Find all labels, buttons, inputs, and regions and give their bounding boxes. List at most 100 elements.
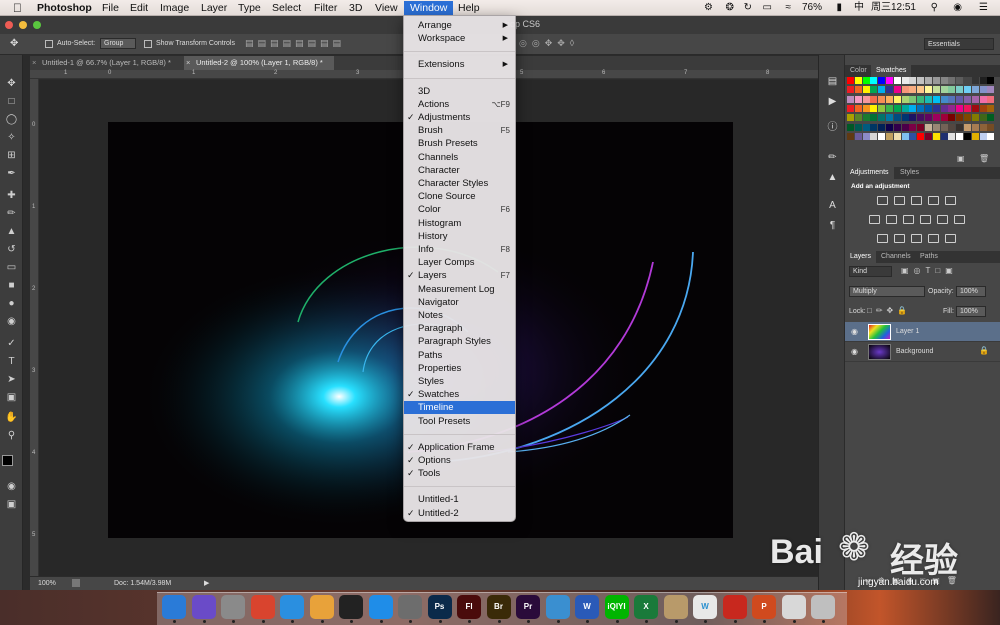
swatch[interactable] xyxy=(862,114,870,122)
menu-item-tool-presets[interactable]: Tool Presets xyxy=(404,415,515,428)
auto-select-dropdown[interactable]: Group xyxy=(100,38,136,49)
swatch[interactable] xyxy=(987,104,995,112)
swatch[interactable] xyxy=(870,132,878,140)
airplay-icon[interactable]: ▭ xyxy=(763,1,772,15)
history-brush-tool-icon[interactable]: ↺ xyxy=(4,243,19,257)
swatch[interactable] xyxy=(878,95,886,103)
swatch[interactable] xyxy=(886,132,893,140)
auto-select-checkbox[interactable] xyxy=(45,40,53,48)
menu-layer[interactable]: Layer xyxy=(201,1,227,15)
brush-panel-icon[interactable]: ✏ xyxy=(826,151,839,164)
swatch[interactable] xyxy=(971,95,979,103)
brush-tool-icon[interactable]: ✏ xyxy=(4,207,19,221)
menu-filter[interactable]: Filter xyxy=(314,1,337,15)
selective-color-adjust-icon[interactable] xyxy=(928,234,939,243)
history-panel-icon[interactable]: ▤ xyxy=(826,75,839,88)
workspace-switcher[interactable]: Essentials xyxy=(924,38,994,50)
swatch[interactable] xyxy=(940,86,948,94)
flash-icon[interactable]: Fl xyxy=(457,595,481,619)
notification-center-icon[interactable]: ☰ xyxy=(979,1,988,15)
crop-tool-icon[interactable]: ⊞ xyxy=(4,149,19,163)
menu-select[interactable]: Select xyxy=(272,1,301,15)
mail-icon[interactable] xyxy=(781,595,806,619)
menu-item-properties[interactable]: Properties xyxy=(404,362,515,375)
exposure-adjust-icon[interactable] xyxy=(928,196,939,205)
swatch[interactable] xyxy=(932,86,940,94)
menu-item-timeline[interactable]: Timeline xyxy=(404,401,515,415)
swatch[interactable] xyxy=(987,114,995,122)
swatch[interactable] xyxy=(940,95,948,103)
menu-item-clone-source[interactable]: Clone Source xyxy=(404,190,515,203)
swatch[interactable] xyxy=(870,123,878,131)
tab-layers[interactable]: Layers xyxy=(845,251,877,263)
archive-icon[interactable] xyxy=(663,595,688,619)
swatch[interactable] xyxy=(901,114,909,122)
swatch[interactable] xyxy=(979,86,987,94)
powerpoint-icon[interactable]: P xyxy=(752,595,776,619)
swatch[interactable] xyxy=(971,132,979,140)
swatch[interactable] xyxy=(886,86,893,94)
tab-untitled-1[interactable]: × Untitled-1 @ 66.7% (Layer 1, RGB/8) * xyxy=(30,56,182,70)
swatch[interactable] xyxy=(847,123,854,131)
wps-icon[interactable]: W xyxy=(693,595,717,619)
swatch[interactable] xyxy=(878,123,886,131)
swatch[interactable] xyxy=(948,86,956,94)
swatch[interactable] xyxy=(886,123,893,131)
swatch[interactable] xyxy=(847,104,854,112)
swatch[interactable] xyxy=(901,123,909,131)
levels-adjust-icon[interactable] xyxy=(894,196,905,205)
menu-item-arrange[interactable]: Arrange ▶ xyxy=(404,19,515,32)
tab-swatches[interactable]: Swatches xyxy=(871,65,912,77)
swatch[interactable] xyxy=(971,123,979,131)
swatch[interactable] xyxy=(925,86,932,94)
swatch[interactable] xyxy=(917,132,925,140)
swatch[interactable] xyxy=(940,104,948,112)
menu-item-channels[interactable]: Channels xyxy=(404,151,515,164)
swatch[interactable] xyxy=(948,132,956,140)
healing-brush-tool-icon[interactable]: ✚ xyxy=(4,189,19,203)
safari-icon[interactable] xyxy=(280,595,304,619)
swatch[interactable] xyxy=(854,77,862,84)
swatch[interactable] xyxy=(979,132,987,140)
swatch[interactable] xyxy=(987,123,995,131)
swatch[interactable] xyxy=(940,132,948,140)
quick-mask-icon[interactable]: ◉ xyxy=(4,480,19,494)
swatch[interactable] xyxy=(893,95,901,103)
hue-sat-adjust-icon[interactable] xyxy=(869,215,880,224)
quick-select-tool-icon[interactable]: ✧ xyxy=(4,131,19,145)
menu-item-application-frame[interactable]: ✓ Application Frame xyxy=(404,441,515,454)
swatch[interactable] xyxy=(901,132,909,140)
gradient-tool-icon[interactable]: ■ xyxy=(4,279,19,293)
photo-filter-adjust-icon[interactable] xyxy=(920,215,931,224)
swatch[interactable] xyxy=(925,95,932,103)
swatch[interactable] xyxy=(940,123,948,131)
swatch[interactable] xyxy=(925,123,932,131)
swatch[interactable] xyxy=(901,77,909,84)
swatch[interactable] xyxy=(940,77,948,84)
preferences-icon[interactable] xyxy=(398,595,422,619)
swatch[interactable] xyxy=(909,104,917,112)
swatch[interactable] xyxy=(870,114,878,122)
swatch[interactable] xyxy=(862,104,870,112)
chrome-icon[interactable] xyxy=(250,595,275,619)
layer-name[interactable]: Background xyxy=(896,348,933,355)
swatch[interactable] xyxy=(847,95,854,103)
menu-item-histogram[interactable]: Histogram xyxy=(404,217,515,230)
menu-item-paragraph-styles[interactable]: Paragraph Styles xyxy=(404,335,515,348)
swatch[interactable] xyxy=(886,95,893,103)
swatch[interactable] xyxy=(964,132,971,140)
move-tool-icon[interactable]: ✥ xyxy=(10,38,18,49)
flashplayer-icon[interactable] xyxy=(722,595,747,619)
trash-icon[interactable] xyxy=(811,595,835,619)
swatch[interactable] xyxy=(847,86,854,94)
channel-mixer-adjust-icon[interactable] xyxy=(937,215,948,224)
menu-item-untitled-2[interactable]: ✓ Untitled-2 xyxy=(404,507,515,520)
status-menu-arrow-icon[interactable]: ▶ xyxy=(204,579,209,587)
apple-icon[interactable]:  xyxy=(13,1,22,15)
swatch[interactable] xyxy=(893,114,901,122)
threshold-adjust-icon[interactable] xyxy=(911,234,922,243)
layer-filter-icons[interactable]: ▣◎T□▣ xyxy=(901,266,958,275)
battery-percent[interactable]: 76% xyxy=(802,1,822,15)
swatch[interactable] xyxy=(917,104,925,112)
menu-item-styles[interactable]: Styles xyxy=(404,375,515,388)
